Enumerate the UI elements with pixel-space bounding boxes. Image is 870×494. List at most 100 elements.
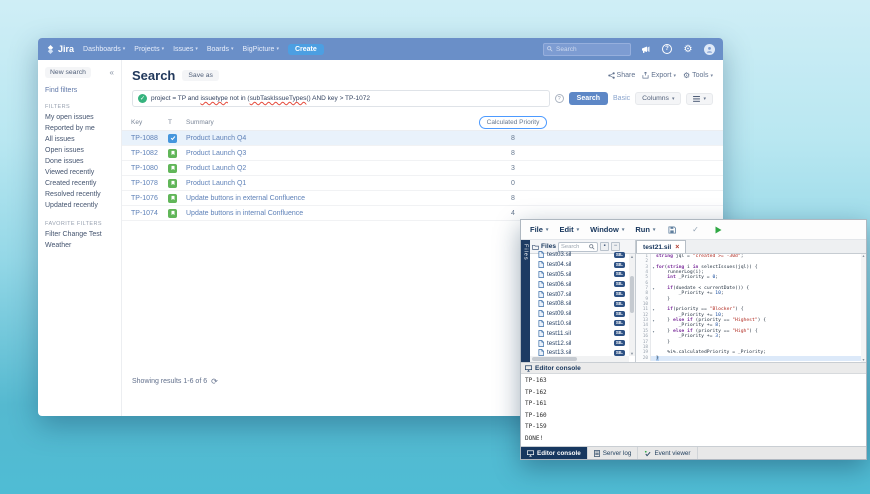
table-row[interactable]: TP-1088 Product Launch Q4 8 bbox=[122, 131, 723, 146]
sidebar-item-weather[interactable]: Weather bbox=[45, 240, 114, 251]
navbar-item-boards[interactable]: Boards▾ bbox=[207, 46, 234, 53]
files-search-input[interactable] bbox=[561, 244, 589, 250]
open-file-tab[interactable]: test21.sil × bbox=[636, 240, 686, 253]
navbar-item-bigpicture[interactable]: BigPicture▾ bbox=[243, 46, 279, 53]
layout-switch-button[interactable]: ▾ bbox=[686, 93, 713, 105]
file-item-test08-sil[interactable]: test08.sil SIL bbox=[530, 299, 635, 309]
table-row[interactable]: TP-1078 Product Launch Q1 0 bbox=[122, 176, 723, 191]
files-vertical-scrollbar[interactable]: ▲ ▼ bbox=[629, 254, 635, 356]
share-button[interactable]: Share bbox=[608, 72, 636, 79]
sidebar-item-done-issues[interactable]: Done issues bbox=[45, 156, 114, 167]
sidebar-item-resolved-recently[interactable]: Resolved recently bbox=[45, 189, 114, 200]
sidebar-item-all-issues[interactable]: All issues bbox=[45, 134, 114, 145]
issue-key-link[interactable]: TP-1076 bbox=[131, 195, 158, 202]
table-row[interactable]: TP-1080 Product Launch Q2 3 bbox=[122, 161, 723, 176]
tab-server-log[interactable]: Server log bbox=[588, 447, 639, 459]
code-vertical-scrollbar[interactable]: ▲ ▼ bbox=[861, 254, 866, 362]
table-row[interactable]: TP-1076 Update buttons in external Confl… bbox=[122, 191, 723, 206]
issue-summary-link[interactable]: Product Launch Q3 bbox=[186, 150, 246, 157]
find-filters-link[interactable]: Find filters bbox=[45, 87, 114, 94]
sidebar-item-reported-by-me[interactable]: Reported by me bbox=[45, 123, 114, 134]
issue-key-link[interactable]: TP-1088 bbox=[131, 135, 158, 142]
export-button[interactable]: Export▾ bbox=[642, 72, 676, 79]
navbar-search[interactable] bbox=[543, 43, 631, 56]
jira-logo-text: Jira bbox=[58, 44, 74, 54]
tools-button[interactable]: ⚙ Tools▾ bbox=[683, 71, 713, 80]
scroll-up-icon[interactable]: ▲ bbox=[629, 254, 635, 259]
navbar-item-issues[interactable]: Issues▾ bbox=[173, 46, 198, 53]
file-icon bbox=[538, 310, 544, 317]
tab-event-viewer[interactable]: Event viewer bbox=[638, 447, 697, 459]
editor-menu-file[interactable]: File▾ bbox=[530, 225, 548, 234]
issue-summary-link[interactable]: Product Launch Q4 bbox=[186, 135, 246, 142]
check-syntax-button[interactable]: ✓ bbox=[689, 225, 701, 234]
column-header-calculated-priority[interactable]: Calculated Priority bbox=[479, 116, 548, 129]
help-icon[interactable]: ? bbox=[661, 43, 673, 55]
navbar-item-projects[interactable]: Projects▾ bbox=[134, 46, 164, 53]
sidebar-item-my-open-issues[interactable]: My open issues bbox=[45, 112, 114, 123]
tab-editor-console[interactable]: Editor console bbox=[521, 447, 588, 459]
scroll-down-icon[interactable]: ▼ bbox=[629, 351, 635, 356]
navbar-search-input[interactable] bbox=[556, 46, 626, 53]
file-item-test05-sil[interactable]: test05.sil SIL bbox=[530, 270, 635, 280]
console-output[interactable]: TP-163TP-162TP-161TP-160TP-159DONE! bbox=[521, 374, 866, 446]
sidebar-item-created-recently[interactable]: Created recently bbox=[45, 178, 114, 189]
scrollbar-thumb[interactable] bbox=[532, 357, 577, 361]
issue-summary-link[interactable]: Update buttons in external Confluence bbox=[186, 195, 305, 202]
file-item-test11-sil[interactable]: test11.sil SIL bbox=[530, 328, 635, 338]
save-file-button[interactable] bbox=[666, 226, 678, 234]
scroll-down-icon[interactable]: ▼ bbox=[861, 358, 866, 362]
jql-search-button[interactable]: Search bbox=[569, 92, 608, 105]
files-vertical-tab[interactable]: Files bbox=[521, 240, 530, 362]
basic-mode-link[interactable]: Basic bbox=[613, 95, 630, 102]
results-count: Showing results 1-6 of 6 bbox=[132, 378, 207, 385]
column-header-summary[interactable]: Summary bbox=[186, 119, 453, 126]
file-item-test12-sil[interactable]: test12.sil SIL bbox=[530, 338, 635, 348]
issue-key-link[interactable]: TP-1074 bbox=[131, 210, 158, 217]
editor-menu-run[interactable]: Run▾ bbox=[635, 225, 655, 234]
file-item-test07-sil[interactable]: test07.sil SIL bbox=[530, 289, 635, 299]
user-avatar[interactable] bbox=[703, 43, 715, 55]
save-as-button[interactable]: Save as bbox=[182, 70, 219, 81]
refresh-icon[interactable]: ⟳ bbox=[211, 377, 218, 386]
column-header-key[interactable]: Key bbox=[122, 119, 168, 126]
file-icon bbox=[538, 261, 544, 268]
console-monitor-icon bbox=[525, 365, 532, 372]
file-item-test06-sil[interactable]: test06.sil SIL bbox=[530, 279, 635, 289]
files-horizontal-scrollbar[interactable] bbox=[530, 356, 629, 362]
issue-key-link[interactable]: TP-1078 bbox=[131, 180, 158, 187]
code-editor[interactable]: 1string jql = "created >= -30d";23▾for(s… bbox=[636, 254, 866, 362]
scroll-up-icon[interactable]: ▲ bbox=[861, 254, 866, 258]
file-item-test09-sil[interactable]: test09.sil SIL bbox=[530, 309, 635, 319]
issue-key-link[interactable]: TP-1080 bbox=[131, 165, 158, 172]
issue-summary-link[interactable]: Update buttons in internal Confluence bbox=[186, 210, 303, 217]
run-script-button[interactable] bbox=[712, 226, 724, 234]
jira-logo[interactable]: Jira bbox=[46, 44, 74, 54]
issue-summary-link[interactable]: Product Launch Q2 bbox=[186, 165, 246, 172]
file-item-test03-sil[interactable]: test03.sil SIL bbox=[530, 250, 635, 260]
columns-button[interactable]: Columns▾ bbox=[635, 92, 681, 105]
settings-gear-icon[interactable]: ⚙ bbox=[682, 43, 694, 55]
sidebar-item-open-issues[interactable]: Open issues bbox=[45, 145, 114, 156]
file-item-test04-sil[interactable]: test04.sil SIL bbox=[530, 260, 635, 270]
issue-key-link[interactable]: TP-1082 bbox=[131, 150, 158, 157]
create-button[interactable]: Create bbox=[288, 44, 324, 55]
column-header-type[interactable]: T bbox=[168, 119, 186, 126]
file-item-test10-sil[interactable]: test10.sil SIL bbox=[530, 319, 635, 329]
sidebar-collapse-icon[interactable]: « bbox=[110, 68, 114, 77]
jql-input[interactable]: ✓ project = TP and issuetype not in (sub… bbox=[132, 90, 550, 107]
sidebar-item-viewed-recently[interactable]: Viewed recently bbox=[45, 167, 114, 178]
navbar-item-dashboards[interactable]: Dashboards▾ bbox=[83, 46, 125, 53]
issue-summary-link[interactable]: Product Launch Q1 bbox=[186, 180, 246, 187]
scrollbar-thumb[interactable] bbox=[630, 276, 634, 313]
editor-menu-edit[interactable]: Edit▾ bbox=[559, 225, 579, 234]
jql-help-icon[interactable]: ? bbox=[555, 94, 564, 103]
close-tab-icon[interactable]: × bbox=[675, 244, 679, 251]
sidebar-item-filter-change-test[interactable]: Filter Change Test bbox=[45, 229, 114, 240]
code-line[interactable]: 20} bbox=[636, 356, 866, 361]
notifications-megaphone-icon[interactable] bbox=[640, 43, 652, 55]
new-search-button[interactable]: New search bbox=[45, 67, 91, 78]
editor-menu-window[interactable]: Window▾ bbox=[590, 225, 624, 234]
sidebar-item-updated-recently[interactable]: Updated recently bbox=[45, 200, 114, 211]
table-row[interactable]: TP-1082 Product Launch Q3 8 bbox=[122, 146, 723, 161]
